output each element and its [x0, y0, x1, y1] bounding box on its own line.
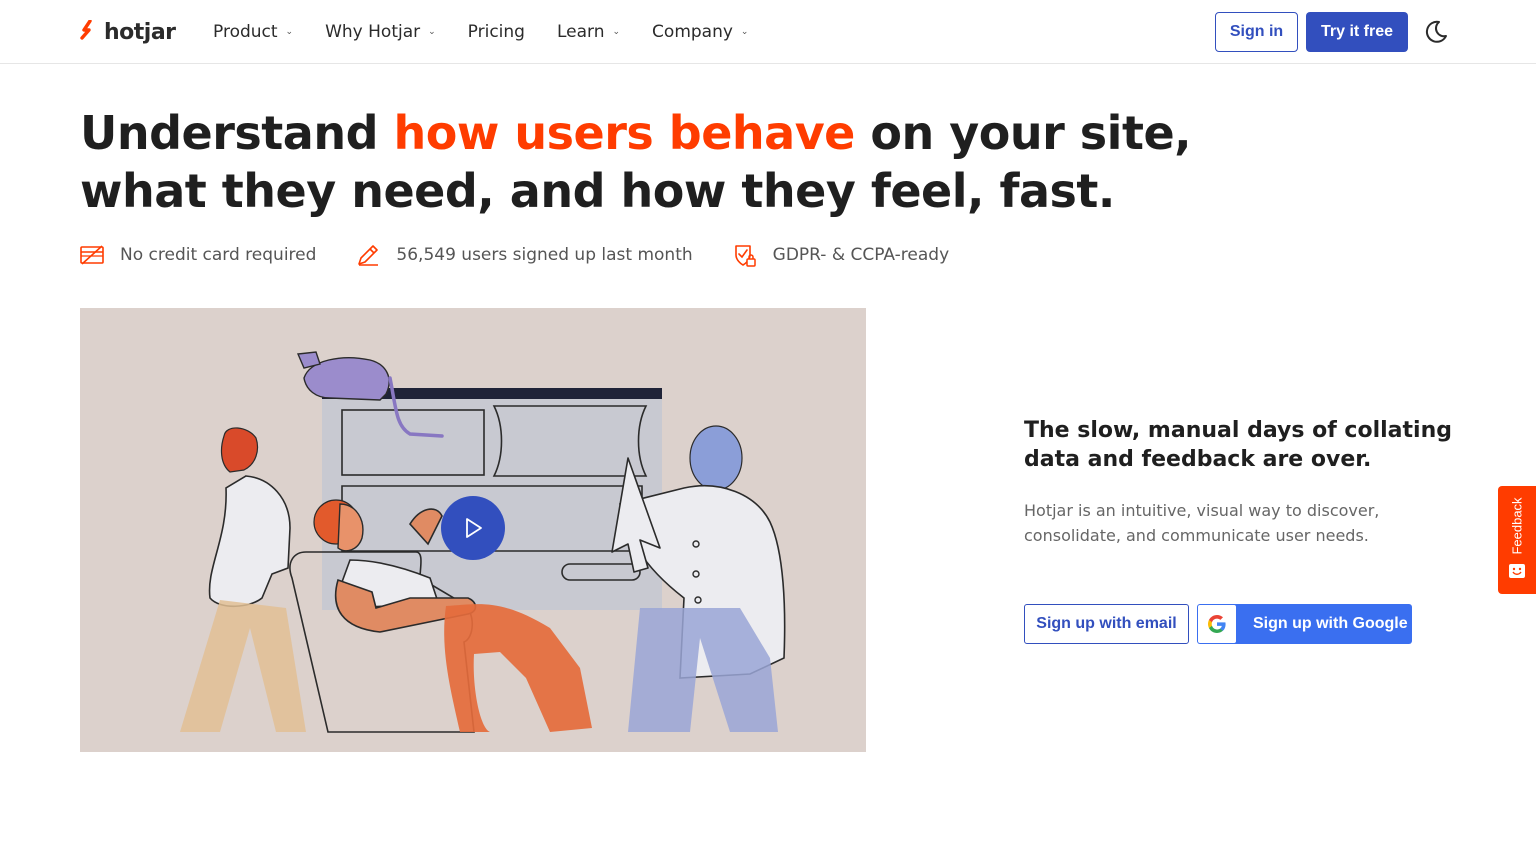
- benefit-users-signed-up-text: 56,549 users signed up last month: [396, 245, 693, 265]
- benefits-list: No credit card required 56,549 users sig…: [80, 240, 949, 270]
- site-header: hotjar Product ⌄ Why Hotjar ⌄ Pricing Le…: [0, 0, 1536, 64]
- feedback-face-icon: [1509, 564, 1525, 578]
- pencil-icon: [358, 245, 379, 266]
- benefit-gdpr-text: GDPR- & CCPA-ready: [772, 245, 950, 265]
- sign-in-button[interactable]: Sign in: [1215, 12, 1298, 52]
- google-icon: [1208, 615, 1226, 633]
- sign-up-google-button[interactable]: Sign up with Google: [1197, 604, 1412, 644]
- sign-up-email-button[interactable]: Sign up with email: [1024, 604, 1189, 644]
- benefit-users-signed-up: 56,549 users signed up last month: [356, 243, 693, 267]
- nav-product[interactable]: Product ⌄: [213, 20, 293, 44]
- nav-pricing-label: Pricing: [467, 22, 525, 42]
- chevron-down-icon: ⌄: [285, 27, 294, 37]
- feedback-label: Feedback: [1509, 497, 1525, 555]
- hero-headline-start: Understand: [80, 106, 394, 160]
- play-icon: [466, 518, 482, 538]
- benefit-no-credit-card: No credit card required: [80, 243, 316, 267]
- sign-up-google-label: Sign up with Google: [1253, 615, 1408, 632]
- hero-video[interactable]: [80, 308, 866, 752]
- benefit-no-credit-card-text: No credit card required: [120, 245, 317, 265]
- play-button[interactable]: [441, 496, 505, 560]
- nav-learn[interactable]: Learn ⌄: [557, 20, 620, 44]
- moon-icon[interactable]: [1422, 18, 1450, 46]
- credit-card-icon: [80, 245, 104, 265]
- hero-headline-accent: how users behave: [393, 106, 856, 160]
- nav-company-label: Company: [652, 22, 733, 42]
- try-it-free-button[interactable]: Try it free: [1306, 12, 1408, 52]
- nav-why-hotjar-label: Why Hotjar: [325, 22, 421, 42]
- shield-lock-icon: [734, 245, 756, 267]
- nav-company[interactable]: Company ⌄: [652, 20, 748, 44]
- side-heading: The slow, manual days of collating data …: [1024, 418, 1452, 472]
- logo-text: hotjar: [104, 19, 176, 45]
- nav-pricing[interactable]: Pricing: [468, 20, 525, 44]
- nav-product-label: Product: [213, 22, 278, 42]
- chevron-down-icon: ⌄: [740, 27, 749, 37]
- hero-headline: Understand how users behave on your site…: [80, 104, 1200, 220]
- chevron-down-icon: ⌄: [428, 27, 436, 37]
- nav-learn-label: Learn: [556, 22, 605, 42]
- chevron-down-icon: ⌄: [612, 27, 621, 37]
- hotjar-logo-icon: [80, 20, 92, 40]
- side-description: Hotjar is an intuitive, visual way to di…: [1024, 501, 1380, 545]
- feedback-tab[interactable]: Feedback: [1498, 486, 1536, 594]
- nav-why-hotjar[interactable]: Why Hotjar ⌄: [325, 20, 436, 44]
- main-nav: Product ⌄ Why Hotjar ⌄ Pricing Learn ⌄ C…: [213, 20, 748, 44]
- benefit-gdpr: GDPR- & CCPA-ready: [733, 243, 949, 267]
- google-icon-box: [1198, 605, 1236, 643]
- hotjar-logo[interactable]: hotjar: [80, 18, 176, 46]
